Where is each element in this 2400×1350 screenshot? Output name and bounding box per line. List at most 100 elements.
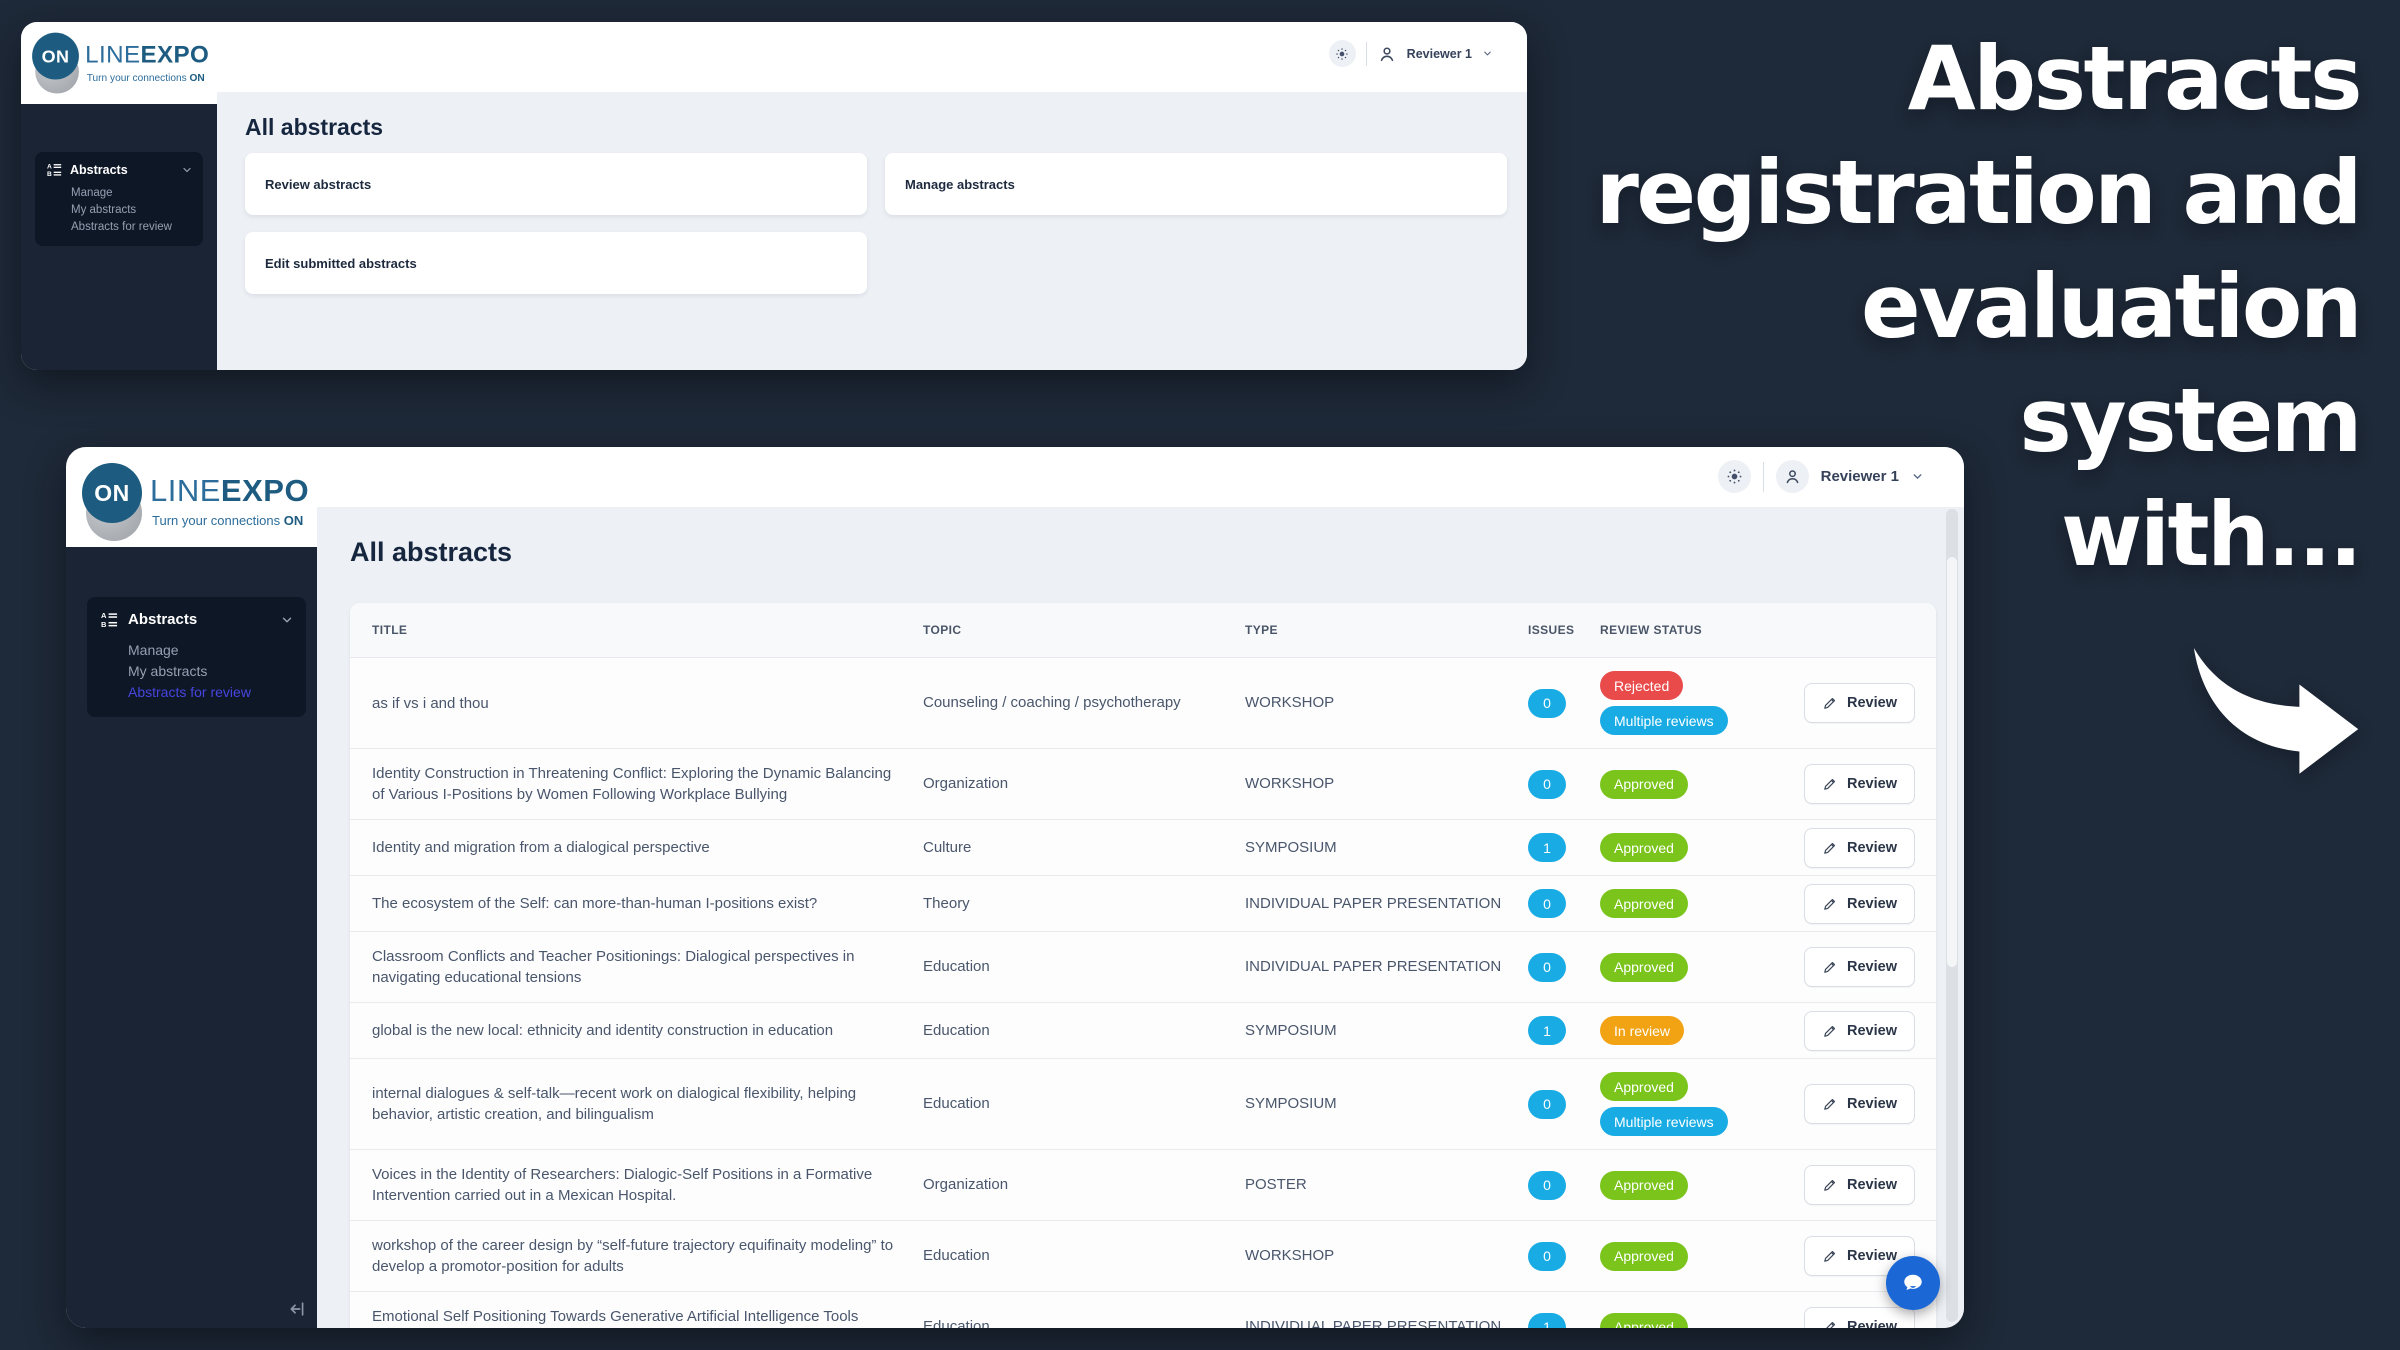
sidebar-item-abstracts-for-review[interactable]: Abstracts for review [128, 682, 294, 703]
top-bar: Reviewer 1 [317, 447, 1964, 507]
table-row: workshop of the career design by “self-f… [350, 1221, 1936, 1292]
review-status-cell: Approved [1600, 1158, 1783, 1213]
status-badge: Approved [1600, 833, 1688, 862]
review-button-label: Review [1847, 695, 1897, 711]
review-button-label: Review [1847, 1096, 1897, 1112]
abstract-type: SYMPOSIUM [1245, 1094, 1528, 1114]
card-edit-submitted-abstracts[interactable]: Edit submitted abstracts [245, 232, 867, 294]
sidebar-item-abstracts[interactable]: A B Abstracts [101, 611, 294, 628]
review-button[interactable]: Review [1804, 828, 1915, 868]
issues-count-badge: 0 [1528, 1090, 1566, 1119]
brand-name: LINEEXPO [85, 40, 209, 68]
review-button[interactable]: Review [1804, 884, 1915, 924]
table-row: as if vs i and thou Counseling / coachin… [350, 658, 1936, 749]
review-status-cell: In review [1600, 1003, 1783, 1058]
status-badge: Rejected [1600, 671, 1683, 700]
review-button[interactable]: Review [1804, 1011, 1915, 1051]
user-avatar [1776, 460, 1809, 493]
svg-text:A: A [47, 163, 52, 170]
theme-toggle-button[interactable] [1329, 40, 1356, 67]
logo-circle: ON [82, 463, 142, 523]
scrollbar-thumb[interactable] [1947, 557, 1957, 967]
review-button[interactable]: Review [1804, 1165, 1915, 1205]
table-row: global is the new local: ethnicity and i… [350, 1003, 1936, 1059]
issues-count-badge: 0 [1528, 1171, 1566, 1200]
column-header-topic: TOPIC [923, 623, 1245, 637]
review-button-label: Review [1847, 1319, 1897, 1328]
issues-count-badge: 0 [1528, 1242, 1566, 1271]
status-badge: Approved [1600, 1242, 1688, 1271]
card-review-abstracts[interactable]: Review abstracts [245, 153, 867, 215]
abstract-topic: Education [923, 1317, 1245, 1328]
sidebar: ON LINEEXPO Turn your connections ON A B… [21, 22, 217, 370]
abstract-type: WORKSHOP [1245, 774, 1528, 794]
logo-circle-text: ON [94, 480, 130, 507]
theme-toggle-button[interactable] [1718, 460, 1751, 493]
chat-widget-button[interactable] [1886, 1256, 1940, 1310]
brand-name: LINEEXPO [150, 473, 309, 509]
review-button[interactable]: Review [1804, 764, 1915, 804]
abstract-title: internal dialogues & self-talk—recent wo… [350, 1069, 923, 1139]
review-button[interactable]: Review [1804, 1307, 1915, 1328]
svg-text:B: B [47, 171, 52, 177]
sun-icon [1335, 47, 1349, 61]
review-status-cell: Approved [1600, 820, 1783, 875]
sidebar-item-my-abstracts[interactable]: My abstracts [128, 661, 294, 682]
status-badge: In review [1600, 1016, 1684, 1045]
brand-name-regular: LINE [85, 40, 140, 67]
tagline-text: Turn your connections [87, 72, 190, 84]
abstract-topic: Education [923, 1246, 1245, 1266]
content-area: All abstracts Review abstracts Manage ab… [217, 92, 1527, 370]
abstract-type: INDIVIDUAL PAPER PRESENTATION [1245, 1317, 1528, 1328]
table-row: The ecosystem of the Self: can more-than… [350, 876, 1936, 932]
review-status-cell: Approved [1600, 757, 1783, 812]
user-icon [1377, 44, 1397, 64]
table-header-row: TITLE TOPIC TYPE ISSUES REVIEW STATUS [350, 603, 1936, 658]
sidebar-menu: A B Abstracts Manage My abstracts Abstra… [35, 152, 203, 246]
sidebar-item-abstracts[interactable]: A B Abstracts [47, 162, 193, 177]
abstracts-list-icon: A B [101, 611, 118, 628]
chevron-down-icon [181, 164, 193, 176]
abstract-title: Identity and migration from a dialogical… [350, 823, 923, 872]
pen-edit-icon [1822, 1023, 1838, 1039]
sidebar-item-manage[interactable]: Manage [128, 640, 294, 661]
review-button[interactable]: Review [1804, 683, 1915, 723]
pen-edit-icon [1822, 1248, 1838, 1264]
user-menu[interactable]: Reviewer 1 [1407, 47, 1472, 61]
abstract-title: Identity Construction in Threatening Con… [350, 749, 923, 819]
status-badge: Approved [1600, 889, 1688, 918]
logo-area: ON LINEEXPO Turn your connections ON [21, 22, 217, 104]
user-menu[interactable]: Reviewer 1 [1821, 468, 1899, 485]
review-button-label: Review [1847, 959, 1897, 975]
table-row: Identity and migration from a dialogical… [350, 820, 1936, 876]
pen-edit-icon [1822, 1319, 1838, 1328]
user-icon [1783, 467, 1802, 486]
pen-edit-icon [1822, 1177, 1838, 1193]
sidebar-item-my-abstracts[interactable]: My abstracts [71, 202, 193, 219]
column-header-review-status: REVIEW STATUS [1600, 623, 1783, 637]
sun-icon [1726, 468, 1743, 485]
abstract-type: SYMPOSIUM [1245, 1021, 1528, 1041]
review-button[interactable]: Review [1804, 947, 1915, 987]
brand-name-bold: EXPO [221, 473, 309, 508]
sidebar-item-abstracts-for-review[interactable]: Abstracts for review [71, 219, 193, 236]
sidebar-collapse-button[interactable] [288, 1299, 308, 1324]
issues-count-badge: 1 [1528, 1313, 1566, 1329]
headline-line: registration and [1596, 136, 2360, 250]
review-button-label: Review [1847, 896, 1897, 912]
divider [1763, 462, 1764, 492]
headline-line: evaluation [1596, 250, 2360, 364]
top-bar: Reviewer 1 [217, 22, 1527, 92]
review-status-cell: Approved [1600, 940, 1783, 995]
sidebar-item-manage[interactable]: Manage [71, 185, 193, 202]
issues-count-badge: 0 [1528, 889, 1566, 918]
abstract-topic: Theory [923, 894, 1245, 914]
card-manage-abstracts[interactable]: Manage abstracts [885, 153, 1507, 215]
page-title: All abstracts [245, 114, 383, 141]
curved-arrow-icon [2183, 646, 2361, 788]
window-scrollbar[interactable] [1946, 509, 1958, 1322]
pen-edit-icon [1822, 695, 1838, 711]
chat-bubble-icon [1899, 1269, 1927, 1297]
status-badge: Approved [1600, 953, 1688, 982]
review-button[interactable]: Review [1804, 1084, 1915, 1124]
